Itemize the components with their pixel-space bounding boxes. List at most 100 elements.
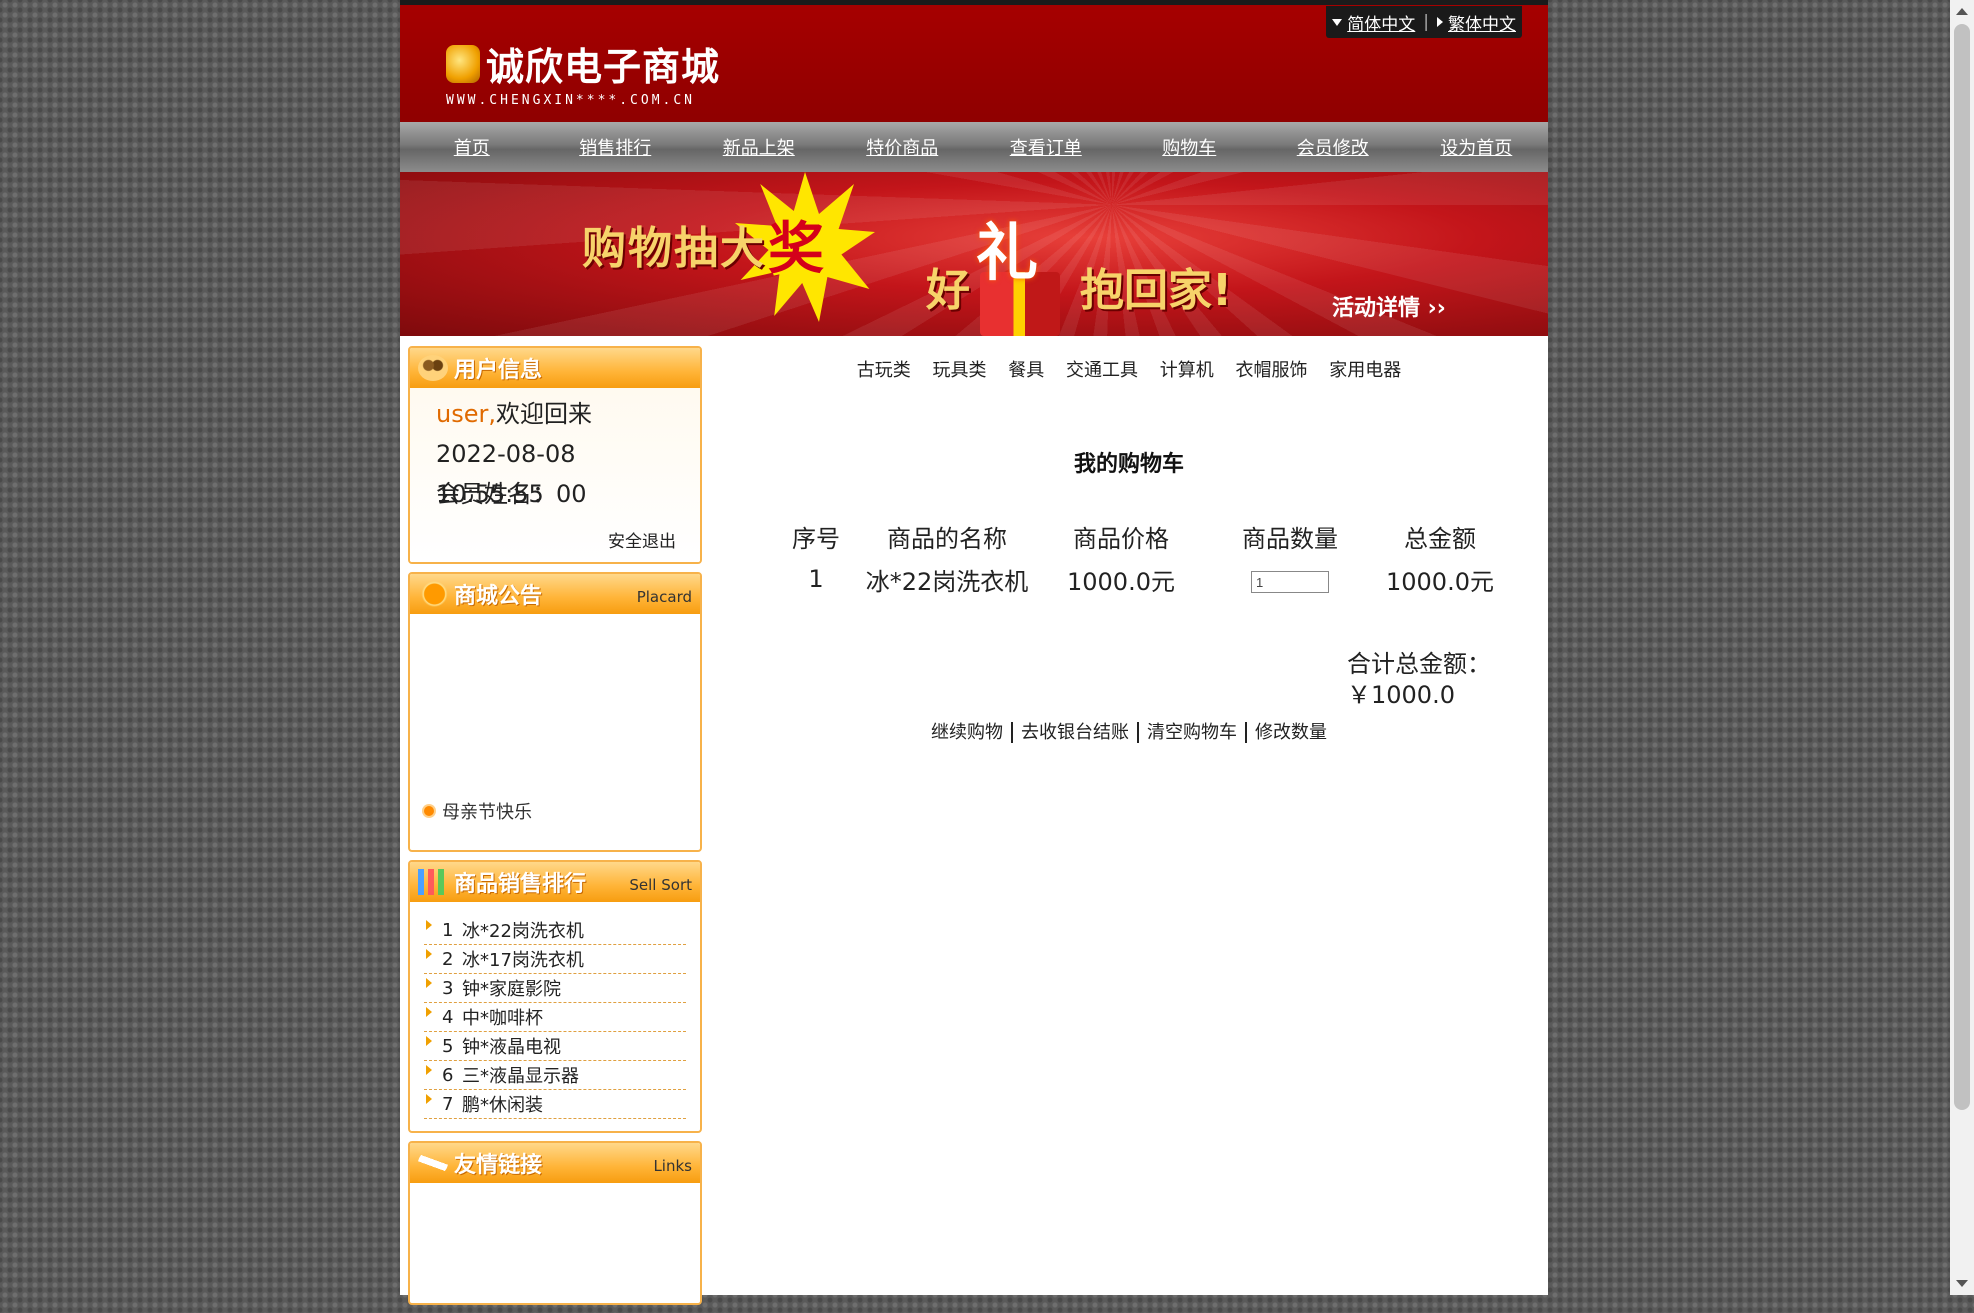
table-row: 1 冰*22岗洗衣机 1000.0元 1000.0元 bbox=[770, 558, 1510, 600]
lang-traditional-link[interactable]: 繁体中文 bbox=[1437, 10, 1516, 35]
promo-banner[interactable]: 购物抽大 奖 好 礼 抱回家! 活动详情 ›› bbox=[400, 172, 1548, 336]
cell-amount: 1000.0元 bbox=[1386, 567, 1494, 596]
rank-item[interactable]: 5 钟*液晶电视 bbox=[424, 1032, 686, 1061]
category-toys[interactable]: 玩具类 bbox=[933, 360, 987, 381]
clear-cart-link[interactable]: 清空购物车 bbox=[1139, 722, 1245, 743]
checkout-link[interactable]: 去收银台结账 bbox=[1013, 722, 1137, 743]
nav-set-homepage[interactable]: 设为首页 bbox=[1405, 122, 1549, 172]
continue-shopping-link[interactable]: 继续购物 bbox=[923, 722, 1011, 743]
handshake-icon bbox=[418, 1150, 448, 1176]
page: 诚欣电子商城 WWW.CHENGXIN****.COM.CN 简体中文 | 繁体… bbox=[400, 0, 1548, 1305]
column-header: 商品价格 bbox=[1073, 524, 1169, 553]
banner-detail-link[interactable]: 活动详情 ›› bbox=[1332, 290, 1446, 322]
lang-simplified-link[interactable]: 简体中文 bbox=[1332, 10, 1415, 35]
category-appliances[interactable]: 家用电器 bbox=[1329, 360, 1401, 381]
placard-item[interactable]: 母亲节快乐 bbox=[424, 798, 532, 824]
nav-cart[interactable]: 购物车 bbox=[1118, 122, 1262, 172]
box-title: 商品销售排行 bbox=[454, 872, 587, 897]
rank-item[interactable]: 6 三*液晶显示器 bbox=[424, 1061, 686, 1090]
logo-url: WWW.CHENGXIN****.COM.CN bbox=[446, 93, 696, 108]
rank-item[interactable]: 2 冰*17岗洗衣机 bbox=[424, 945, 686, 974]
category-computers[interactable]: 计算机 bbox=[1160, 360, 1214, 381]
lang-traditional-label: 繁体中文 bbox=[1448, 14, 1516, 35]
box-title: 友情链接 bbox=[454, 1153, 543, 1178]
main-content: 古玩类 玩具类 餐具 交通工具 计算机 衣帽服饰 家用电器 我的购物车 序号 商… bbox=[710, 336, 1548, 1295]
caret-down-icon bbox=[1332, 18, 1343, 26]
caret-right-icon bbox=[1437, 17, 1443, 27]
member-name: 会员姓名：00 bbox=[436, 480, 587, 508]
placard-item-label: 母亲节快乐 bbox=[442, 802, 532, 823]
logo-text: 诚欣电子商城 bbox=[486, 45, 721, 89]
arrow-icon bbox=[426, 1065, 432, 1075]
arrow-icon bbox=[426, 920, 432, 930]
logo-mark-icon bbox=[446, 44, 480, 83]
bar-chart-icon bbox=[418, 869, 448, 895]
cell-price: 1000.0元 bbox=[1067, 567, 1175, 596]
links-box: 友情链接 Links bbox=[408, 1141, 702, 1305]
divider: | bbox=[1423, 12, 1429, 32]
nav-special-offers[interactable]: 特价商品 bbox=[831, 122, 975, 172]
cart-table: 序号 商品的名称 商品价格 商品数量 总金额 1 冰*22岗洗衣机 1000.0… bbox=[770, 514, 1510, 600]
box-subtitle: Sell Sort bbox=[629, 876, 692, 894]
box-title: 用户信息 bbox=[454, 358, 543, 383]
page-title: 我的购物车 bbox=[1073, 452, 1184, 477]
column-header: 序号 bbox=[792, 524, 840, 553]
update-quantity-link[interactable]: 修改数量 bbox=[1247, 722, 1335, 743]
scroll-down-icon[interactable] bbox=[1956, 1280, 1968, 1287]
placard-box: 商城公告 Placard 母亲节快乐 bbox=[408, 572, 702, 852]
site-logo[interactable]: 诚欣电子商城 WWW.CHENGXIN****.COM.CN bbox=[446, 36, 720, 108]
banner-gift-char: 礼 bbox=[976, 216, 1039, 289]
scroll-up-icon[interactable] bbox=[1956, 8, 1968, 15]
users-icon bbox=[418, 355, 448, 381]
announcement-icon bbox=[418, 581, 448, 607]
nav-sales-ranking[interactable]: 销售排行 bbox=[544, 122, 688, 172]
column-header: 商品数量 bbox=[1242, 524, 1338, 553]
rank-item[interactable]: 1 冰*22岗洗衣机 bbox=[424, 916, 686, 945]
arrow-icon bbox=[426, 1094, 432, 1104]
cell-index: 1 bbox=[808, 565, 824, 593]
category-bar: 古玩类 玩具类 餐具 交通工具 计算机 衣帽服饰 家用电器 bbox=[710, 356, 1548, 382]
column-header: 商品的名称 bbox=[887, 524, 1007, 553]
category-antiques[interactable]: 古玩类 bbox=[857, 360, 911, 381]
sales-rank-box: 商品销售排行 Sell Sort 1 冰*22岗洗衣机 2 冰*17岗洗衣机 3 钟*… bbox=[408, 860, 702, 1133]
login-datetime: 2022-08-08 10:55:55 bbox=[436, 440, 576, 508]
sidebar: 用户信息 user,欢迎回来 2022-08-08 10:55:55 会员姓名：… bbox=[408, 346, 702, 1313]
nav-new-arrivals[interactable]: 新品上架 bbox=[687, 122, 831, 172]
box-subtitle: Placard bbox=[636, 588, 692, 606]
category-tableware[interactable]: 餐具 bbox=[1008, 360, 1044, 381]
scrollbar-thumb[interactable] bbox=[1954, 24, 1970, 1110]
main-nav: 首页 销售排行 新品上架 特价商品 查看订单 购物车 会员修改 设为首页 bbox=[400, 122, 1548, 173]
total-value: ￥1000.0 bbox=[1347, 681, 1455, 709]
banner-good-char: 好 bbox=[926, 265, 970, 316]
category-vehicles[interactable]: 交通工具 bbox=[1066, 360, 1138, 381]
rank-item[interactable]: 3 钟*家庭影院 bbox=[424, 974, 686, 1003]
quantity-input[interactable] bbox=[1251, 571, 1329, 594]
cell-name: 冰*22岗洗衣机 bbox=[865, 567, 1029, 596]
column-header: 总金额 bbox=[1404, 524, 1476, 553]
arrow-icon bbox=[426, 1036, 432, 1046]
category-clothing[interactable]: 衣帽服饰 bbox=[1235, 360, 1307, 381]
total-label: 合计总金额： bbox=[1347, 650, 1491, 678]
cart-total: 合计总金额： ￥1000.0 bbox=[1347, 649, 1491, 711]
user-info-box: 用户信息 user,欢迎回来 2022-08-08 10:55:55 会员姓名：… bbox=[408, 346, 702, 564]
site-header: 诚欣电子商城 WWW.CHENGXIN****.COM.CN 简体中文 | 繁体… bbox=[400, 0, 1548, 122]
username: user, bbox=[436, 400, 496, 428]
bullet-icon bbox=[424, 806, 434, 816]
nav-view-orders[interactable]: 查看订单 bbox=[974, 122, 1118, 172]
banner-prize-char: 奖 bbox=[768, 217, 824, 282]
banner-subline: 抱回家! bbox=[1080, 265, 1233, 316]
logout-link[interactable]: 安全退出 bbox=[608, 527, 676, 552]
arrow-icon bbox=[426, 978, 432, 988]
box-subtitle: Links bbox=[653, 1157, 692, 1175]
lang-simplified-label: 简体中文 bbox=[1347, 14, 1416, 35]
cell-quantity bbox=[1210, 558, 1370, 600]
rank-item[interactable]: 4 中*咖啡杯 bbox=[424, 1003, 686, 1032]
table-header-row: 序号 商品的名称 商品价格 商品数量 总金额 bbox=[770, 514, 1510, 558]
nav-member-edit[interactable]: 会员修改 bbox=[1261, 122, 1405, 172]
welcome-line: user,欢迎回来 bbox=[436, 394, 674, 434]
nav-home[interactable]: 首页 bbox=[400, 122, 544, 172]
banner-headline: 购物抽大 bbox=[582, 223, 766, 274]
arrow-icon bbox=[426, 1007, 432, 1017]
vertical-scrollbar[interactable] bbox=[1950, 0, 1974, 1295]
rank-item[interactable]: 7 鹏*休闲装 bbox=[424, 1090, 686, 1119]
